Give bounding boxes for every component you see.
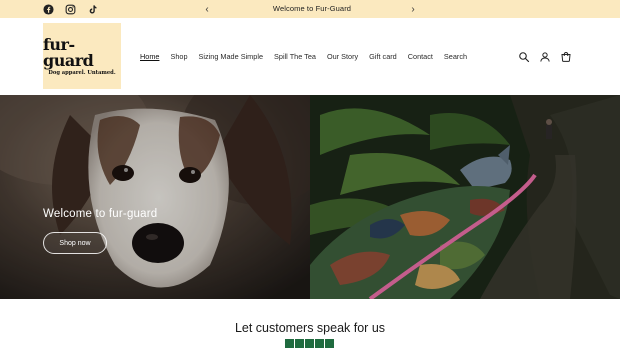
hero-image-forest-dog: [310, 95, 620, 299]
instagram-icon[interactable]: [64, 3, 76, 15]
hero-image-dog-closeup: [0, 95, 310, 299]
site-header: fur-guard Dog apparel. Untamed. Home Sho…: [0, 18, 620, 94]
account-icon[interactable]: [539, 51, 551, 63]
nav-item-our-story[interactable]: Our Story: [327, 52, 358, 61]
star-icon: [305, 339, 314, 348]
announcement-text: Welcome to Fur-Guard: [272, 4, 352, 13]
shop-now-button[interactable]: Shop now: [43, 232, 107, 254]
search-icon[interactable]: [518, 51, 530, 63]
nav-item-home[interactable]: Home: [140, 52, 159, 61]
brand-logo[interactable]: fur-guard Dog apparel. Untamed.: [43, 23, 121, 89]
star-icon: [315, 339, 324, 348]
logo-tagline: Dog apparel. Untamed.: [48, 69, 116, 76]
testimonials-title: Let customers speak for us: [234, 321, 386, 335]
nav-item-search[interactable]: Search: [444, 52, 467, 61]
hero-title: Welcome to fur-guard: [43, 208, 158, 220]
cart-icon[interactable]: [560, 51, 572, 63]
star-icon: [295, 339, 304, 348]
social-links: [42, 3, 98, 15]
header-actions: [518, 51, 572, 63]
nav-item-contact[interactable]: Contact: [408, 52, 433, 61]
facebook-icon[interactable]: [42, 3, 54, 15]
tiktok-icon[interactable]: [86, 3, 98, 15]
nav-item-spill-the-tea[interactable]: Spill The Tea: [274, 52, 316, 61]
forest-dog-illustration: [310, 95, 620, 299]
star-icon: [325, 339, 334, 348]
main-nav: Home Shop Sizing Made Simple Spill The T…: [140, 52, 478, 61]
nav-item-shop[interactable]: Shop: [170, 52, 187, 61]
testimonials-section: Let customers speak for us: [0, 299, 620, 348]
rating-stars: [285, 339, 334, 348]
nav-item-sizing[interactable]: Sizing Made Simple: [199, 52, 264, 61]
dog-closeup-illustration: [0, 95, 310, 299]
logo-wordmark: fur-guard: [43, 34, 94, 70]
announcement-prev-button[interactable]: ‹: [201, 3, 213, 15]
star-icon: [285, 339, 294, 348]
nav-item-gift-card[interactable]: Gift card: [369, 52, 397, 61]
announcement-next-button[interactable]: ›: [407, 3, 419, 15]
announcement-bar: ‹ Welcome to Fur-Guard ›: [0, 0, 620, 18]
hero-banner: Welcome to fur-guard Shop now: [0, 95, 620, 299]
